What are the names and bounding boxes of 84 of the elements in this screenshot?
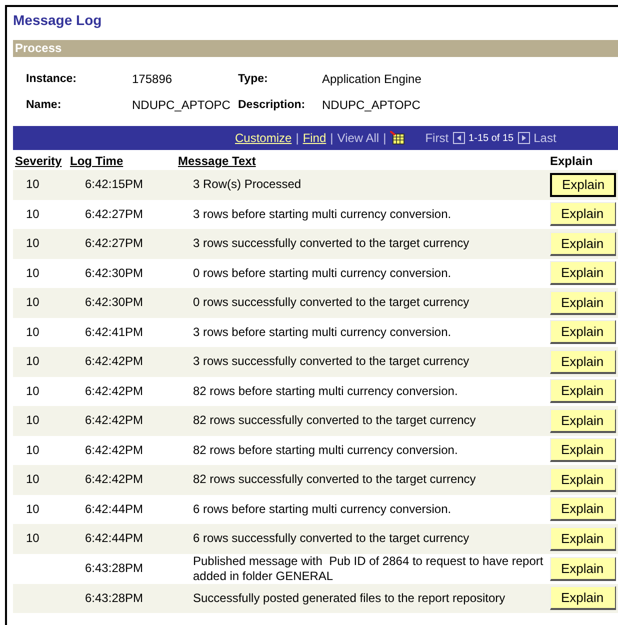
- log-time-cell-text: 6:42:42PM: [85, 472, 144, 488]
- severity-cell-text: 10: [26, 384, 40, 399]
- log-time-cell-text: 6:42:44PM: [85, 502, 144, 517]
- log-time-cell-text: 6:42:42PM: [85, 384, 144, 399]
- log-time-cell-text: 6:42:30PM: [85, 266, 144, 281]
- severity-cell-text: 10: [26, 266, 40, 281]
- field-label: Name:: [26, 99, 62, 111]
- log-time-cell-text: 6:42:15PM: [85, 177, 144, 192]
- field-value: NDUPC_APTOPC: [322, 98, 422, 112]
- explain-button[interactable]: Explain: [550, 586, 616, 610]
- separator: |: [296, 131, 299, 145]
- message-cell-text: 82 rows successfully converted to the target currency: [193, 472, 477, 488]
- message-cell-text: 82 rows before starting multi currency conversion.: [193, 442, 459, 458]
- previous-icon[interactable]: [452, 132, 465, 144]
- log-time-cell-text: 6:43:28PM: [85, 561, 144, 576]
- page-title: Message Log: [13, 12, 103, 28]
- message-cell-text: 6 rows successfully converted to the target currency: [193, 531, 470, 546]
- column-header[interactable]: Message Text: [178, 154, 550, 168]
- column-header[interactable]: Severity: [15, 154, 70, 168]
- explain-button[interactable]: Explain: [550, 526, 616, 551]
- explain-button[interactable]: Explain: [550, 556, 616, 580]
- severity-cell-text: 10: [26, 502, 40, 517]
- column-header[interactable]: Log Time: [70, 154, 178, 168]
- message-cell-text: 82 rows before starting multi currency conversion.: [193, 384, 459, 399]
- grid-download-icon[interactable]: [390, 131, 406, 145]
- message-cell-text: 6 rows before starting multi currency conversion.: [193, 502, 452, 517]
- log-time-cell-text: 6:42:44PM: [85, 531, 144, 546]
- log-time-cell-text: 6:42:42PM: [85, 442, 144, 458]
- message-cell-text: 3 rows successfully converted to the target currency: [193, 236, 470, 252]
- severity-cell-text: 10: [26, 236, 40, 252]
- message-cell-text: 3 rows successfully converted to the target currency: [193, 354, 470, 370]
- message-cell-text: 0 rows before starting multi currency conversion.: [193, 266, 452, 281]
- severity-cell-text: 10: [26, 442, 40, 458]
- explain-button[interactable]: Explain: [550, 232, 616, 256]
- last-link[interactable]: Last: [534, 131, 556, 145]
- severity-cell-text: 10: [26, 206, 40, 222]
- severity-cell-text: 10: [26, 531, 40, 546]
- explain-button[interactable]: Explain: [550, 497, 616, 522]
- log-time-cell-text: 6:42:27PM: [85, 236, 144, 252]
- explain-button[interactable]: Explain: [550, 320, 616, 344]
- view-all-link[interactable]: View All: [337, 131, 380, 145]
- first-link[interactable]: First: [425, 131, 449, 145]
- severity-cell-text: 10: [26, 177, 40, 192]
- message-cell-text: Published message with Pub ID of 2864 to request to have report added in folder GENERAL: [193, 554, 544, 584]
- severity-cell-text: 10: [26, 472, 40, 488]
- log-time-cell-text: 6:42:41PM: [85, 324, 144, 340]
- find-link[interactable]: Find: [302, 131, 326, 145]
- next-icon[interactable]: [518, 132, 530, 144]
- explain-button[interactable]: Explain: [550, 468, 616, 492]
- message-cell-text: 82 rows successfully converted to the target currency: [193, 413, 477, 428]
- severity-cell-text: 10: [26, 413, 40, 428]
- explain-button[interactable]: Explain: [550, 350, 616, 374]
- field-value: Application Engine: [322, 72, 422, 86]
- explain-button[interactable]: Explain: [550, 202, 616, 226]
- log-time-cell-text: 6:43:28PM: [85, 590, 144, 606]
- explain-button[interactable]: Explain: [550, 261, 616, 286]
- separator: |: [330, 131, 334, 145]
- field-value: 175896: [132, 72, 174, 86]
- field-label: Instance:: [26, 73, 78, 85]
- log-time-cell-text: 6:42:30PM: [85, 295, 144, 310]
- log-time-cell-text: 6:42:42PM: [85, 413, 144, 428]
- log-time-cell-text: 6:42:42PM: [85, 354, 144, 370]
- customize-link[interactable]: Customize: [235, 131, 292, 145]
- log-time-cell-text: 6:42:27PM: [85, 206, 144, 222]
- message-cell-text: 0 rows successfully converted to the target currency: [193, 295, 470, 310]
- field-label: Type:: [238, 73, 269, 85]
- column-header: Explain: [550, 154, 594, 168]
- explain-button[interactable]: Explain: [550, 438, 616, 462]
- explain-button[interactable]: Explain: [550, 408, 616, 433]
- explain-button[interactable]: Explain: [550, 172, 616, 197]
- page-range: 1-15 of 15: [468, 132, 514, 144]
- explain-button[interactable]: Explain: [550, 379, 616, 404]
- severity-cell-text: 10: [26, 324, 40, 340]
- message-cell-text: 3 rows before starting multi currency conversion.: [193, 206, 452, 222]
- explain-button[interactable]: Explain: [550, 290, 616, 315]
- section-header: Process: [13, 40, 618, 57]
- field-label: Description:: [238, 99, 306, 111]
- message-cell-text: 3 Row(s) Processed: [193, 177, 302, 192]
- separator: |: [383, 131, 386, 145]
- severity-cell-text: 10: [26, 354, 40, 370]
- message-cell-text: Successfully posted generated files to the report repository: [193, 590, 506, 606]
- field-value: NDUPC_APTOPC: [132, 98, 232, 112]
- message-cell-text: 3 rows before starting multi currency conversion.: [193, 324, 452, 340]
- severity-cell-text: 10: [26, 295, 40, 310]
